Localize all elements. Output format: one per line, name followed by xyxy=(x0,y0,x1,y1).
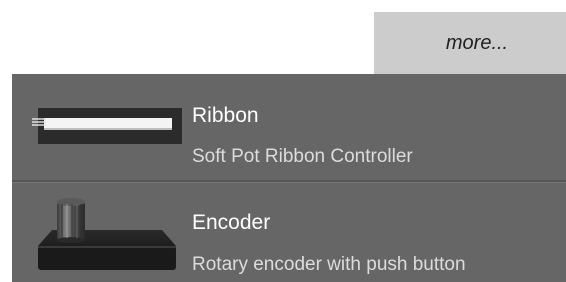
ribbon-controller-icon xyxy=(32,104,184,146)
item-subtitle: Rotary encoder with push button xyxy=(192,254,466,275)
list-item-encoder[interactable]: Encoder Rotary encoder with push button xyxy=(12,184,566,282)
item-title: Ribbon xyxy=(192,104,259,127)
item-subtitle: Soft Pot Ribbon Controller xyxy=(192,146,413,167)
list-item-ribbon[interactable]: Ribbon Soft Pot Ribbon Controller xyxy=(12,74,566,182)
component-picker: more... Ribbon Soft Pot Ribbon Controlle… xyxy=(0,0,566,282)
component-list: Ribbon Soft Pot Ribbon Controller Encode… xyxy=(12,74,566,282)
item-title: Encoder xyxy=(192,211,271,234)
rotary-encoder-icon xyxy=(32,196,184,280)
more-button[interactable]: more... xyxy=(374,12,566,74)
divider xyxy=(12,180,566,183)
